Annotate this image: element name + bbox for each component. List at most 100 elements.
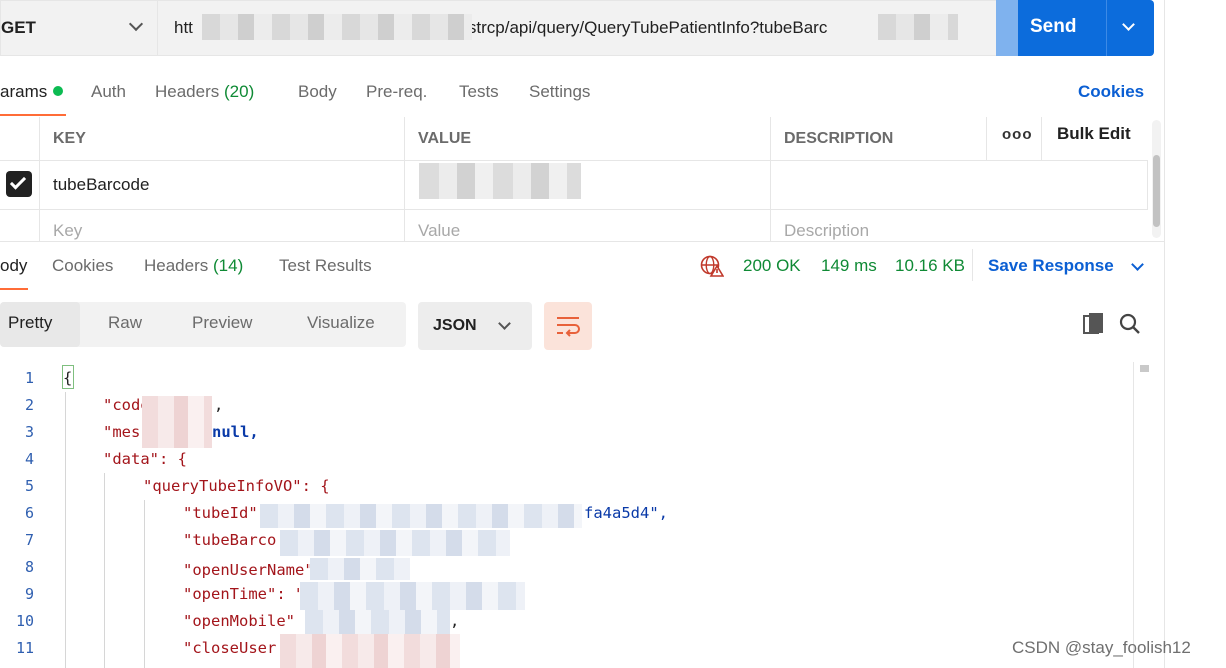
tab-headers-label: Headers	[155, 82, 220, 101]
response-tab-indicator	[0, 288, 28, 290]
tab-response-headers-label: Headers	[144, 256, 209, 275]
pane-divider[interactable]	[0, 241, 1164, 242]
code-line: "openMobile"	[183, 612, 295, 630]
line-number: 2	[24, 396, 34, 414]
send-redaction	[996, 0, 1018, 56]
status-code[interactable]: 200 OK	[743, 256, 801, 276]
tab-params-label: arams	[0, 82, 48, 101]
save-response-button[interactable]: Save Response	[988, 256, 1114, 276]
tab-tests[interactable]: Tests	[459, 82, 499, 102]
code-line: "queryTubeInfoVO": {	[143, 477, 330, 495]
response-time[interactable]: 149 ms	[821, 256, 877, 276]
copy-icon[interactable]	[1083, 312, 1105, 336]
globe-warning-icon[interactable]	[700, 255, 724, 277]
wrap-lines-icon	[557, 317, 580, 337]
send-button[interactable]: Send	[996, 0, 1154, 56]
url-suffix: strcp/api/query/QueryTubePatientInfo?tub…	[467, 18, 828, 37]
cookies-link[interactable]: Cookies	[1078, 82, 1144, 102]
wrap-lines-button[interactable]	[544, 302, 592, 350]
more-horizontal-icon[interactable]: ooo	[1002, 126, 1033, 143]
url-redaction	[878, 14, 958, 40]
redaction-blur	[305, 610, 450, 634]
url-prefix: htt	[174, 18, 193, 37]
format-label: JSON	[433, 317, 477, 334]
status-separator	[972, 249, 973, 281]
view-visualize[interactable]: Visualize	[307, 313, 375, 333]
new-description-input[interactable]: Description	[771, 210, 1148, 241]
tab-params[interactable]: arams	[0, 82, 64, 102]
redaction-blur	[260, 504, 582, 528]
tab-test-results[interactable]: Test Results	[279, 256, 372, 276]
tab-headers[interactable]: Headers (20)	[155, 82, 254, 102]
indent-guide	[104, 473, 105, 668]
tab-response-cookies[interactable]: Cookies	[52, 256, 113, 276]
code-line: "closeUser	[183, 639, 277, 657]
param-description-cell[interactable]	[771, 161, 1148, 210]
redaction-blur	[300, 582, 525, 610]
method-label: GET	[1, 18, 36, 37]
view-raw[interactable]: Raw	[108, 313, 142, 333]
panel-right-border	[1164, 0, 1165, 668]
chevron-down-icon[interactable]	[1131, 258, 1144, 271]
new-value-input[interactable]: Value	[405, 210, 771, 241]
watermark: CSDN @stay_foolish12	[1012, 638, 1191, 657]
tab-response-body[interactable]: ody	[0, 256, 27, 276]
table-header-value: VALUE	[405, 117, 771, 161]
tab-auth[interactable]: Auth	[91, 82, 126, 102]
line-number: 7	[24, 531, 34, 549]
code-fragment: ,	[450, 612, 460, 630]
tab-response-headers[interactable]: Headers (14)	[144, 256, 243, 276]
code-line: "data": {	[103, 450, 187, 468]
check-icon	[9, 173, 27, 190]
line-number: 6	[24, 504, 34, 522]
line-number: 3	[24, 423, 34, 441]
code-line: {	[63, 369, 73, 387]
tab-body[interactable]: Body	[298, 82, 337, 102]
code-line: "tubeId"	[183, 504, 258, 522]
method-select[interactable]: GET	[0, 0, 157, 56]
view-pretty[interactable]: Pretty	[8, 313, 52, 333]
tab-prereq[interactable]: Pre-req.	[366, 82, 427, 102]
url-redaction	[202, 14, 472, 40]
code-line: "openTime": "	[183, 585, 305, 603]
indent-guide	[144, 500, 145, 668]
table-header-description: DESCRIPTION	[771, 117, 987, 161]
table-header-key: KEY	[40, 117, 405, 161]
redaction-blur	[142, 396, 212, 448]
view-preview[interactable]: Preview	[192, 313, 252, 333]
line-number: 8	[24, 558, 34, 576]
chevron-down-icon[interactable]	[1122, 18, 1135, 31]
tab-active-indicator	[0, 114, 66, 116]
line-number: 11	[15, 639, 34, 657]
line-number: 9	[24, 585, 34, 603]
send-divider	[1106, 0, 1107, 56]
new-key-input[interactable]: Key	[40, 210, 405, 241]
param-key-cell[interactable]: tubeBarcode	[40, 161, 405, 210]
line-number: 10	[15, 612, 34, 630]
response-size[interactable]: 10.16 KB	[895, 256, 965, 276]
tab-settings[interactable]: Settings	[529, 82, 590, 102]
code-line: "mes	[103, 423, 141, 441]
status-dot-icon	[53, 86, 64, 96]
format-select[interactable]: JSON	[418, 302, 532, 350]
line-number: 4	[24, 450, 34, 468]
editor-scrollbar[interactable]	[1133, 362, 1134, 668]
table-header-checkbox-cell	[0, 117, 40, 161]
code-fragment: null,	[212, 423, 259, 441]
editor-scrollbar-thumb[interactable]	[1140, 365, 1149, 372]
redaction-blur	[310, 558, 410, 580]
code-fragment: fa4a5d4",	[584, 504, 668, 522]
params-scrollbar-thumb[interactable]	[1153, 155, 1160, 227]
param-checkbox[interactable]	[6, 171, 32, 197]
tab-response-headers-count: (14)	[213, 256, 244, 275]
value-redaction	[419, 163, 581, 199]
code-line: "tubeBarco	[183, 531, 277, 549]
code-fragment: ,	[214, 396, 224, 414]
send-label: Send	[1030, 16, 1077, 37]
chevron-down-icon	[128, 16, 144, 32]
chevron-down-icon	[498, 317, 511, 330]
bulk-edit-button[interactable]: Bulk Edit	[1057, 124, 1131, 144]
tab-headers-count: (20)	[224, 82, 255, 101]
search-icon[interactable]	[1118, 312, 1142, 336]
indent-guide	[65, 392, 66, 668]
